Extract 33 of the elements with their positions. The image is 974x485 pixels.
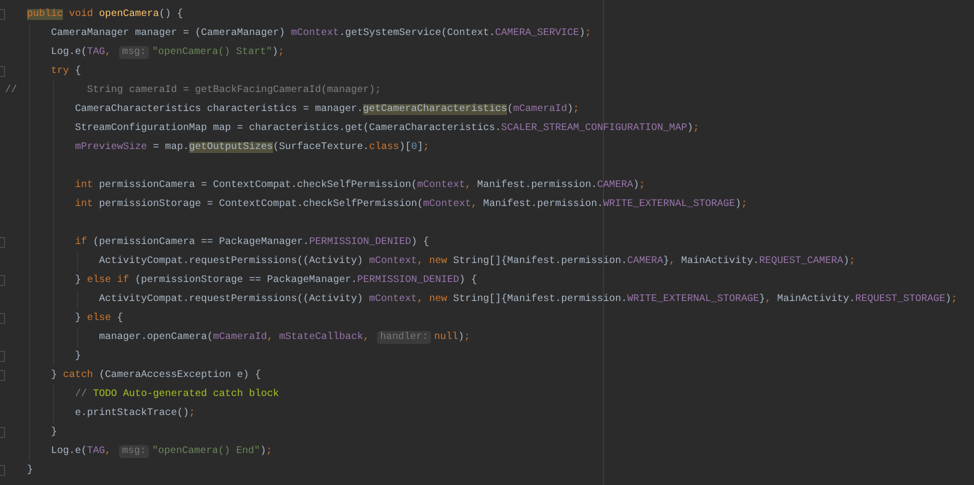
code-line: ActivityCompat.requestPermissions((Activity) mContext, new String[]{Manifest.permission.WRITE_EXTERNAL_STORAGE}, MainActivity.REQUEST_STORAGE); — [99, 292, 958, 307]
code-line: public void openCamera() { — [27, 8, 184, 22]
fold-marker-icon[interactable] — [0, 275, 5, 286]
code-line: } catch (CameraAccessException e) { — [51, 368, 262, 383]
code-line: StreamConfigurationMap map = characteristics.get(CameraCharacteristics.SCALER_STREAM_CONFIGURATION_MAP); — [75, 122, 700, 136]
code-line: ActivityCompat.requestPermissions((Activity) mContext, new String[]{Manifest.permission.CAMERA}, MainActivity.REQUEST_CAMERA); — [99, 254, 856, 269]
code-line: int permissionStorage = ContextCompat.checkSelfPermission(mContext, Manifest.permission.WRITE_EXTERNAL_STORAGE); — [75, 198, 748, 212]
code-line: if (permissionCamera == PackageManager.PERMISSION_DENIED) { — [75, 236, 430, 250]
code-line: } — [51, 426, 58, 440]
code-line: try { — [51, 64, 82, 79]
code-line: int permissionCamera = ContextCompat.checkSelfPermission(mContext, Manifest.permission.CAMERA); — [75, 178, 646, 193]
code-line: Log.e(TAG, msg: "openCamera() Start"); — [51, 45, 284, 61]
fold-marker-icon[interactable] — [0, 313, 5, 324]
line-comment-prefix: // — [5, 85, 18, 96]
code-line: } — [75, 350, 82, 364]
code-line: } else { — [75, 312, 124, 326]
fold-marker-icon[interactable] — [0, 370, 5, 381]
code-line: CameraManager manager = (CameraManager) mContext.getSystemService(Context.CAMERA_SERVICE); — [51, 26, 592, 41]
fold-marker-icon[interactable] — [0, 9, 5, 20]
code-line: Log.e(TAG, msg: "openCamera() End"); — [51, 444, 272, 460]
code-line: mPreviewSize = map.getOutputSizes(SurfaceTexture.class)[0]; — [75, 140, 430, 155]
code-line: manager.openCamera(mCameraId, mStateCallback, handler: null); — [99, 330, 470, 346]
code-line: CameraCharacteristics characteristics = manager.getCameraCharacteristics(mCameraId); — [75, 102, 580, 117]
fold-marker-icon[interactable] — [0, 237, 5, 248]
fold-marker-icon[interactable] — [0, 427, 5, 438]
fold-marker-icon[interactable] — [0, 66, 5, 77]
code-line: // TODO Auto-generated catch block — [75, 388, 280, 402]
code-line: e.printStackTrace(); — [75, 406, 196, 421]
fold-marker-icon[interactable] — [0, 351, 5, 362]
code-line: } — [27, 464, 34, 478]
fold-marker-icon[interactable] — [0, 465, 5, 476]
code-line: } else if (permissionStorage == PackageManager.PERMISSION_DENIED) { — [75, 274, 478, 288]
code-line: String cameraId = getBackFacingCameraId(manager); — [86, 84, 382, 98]
